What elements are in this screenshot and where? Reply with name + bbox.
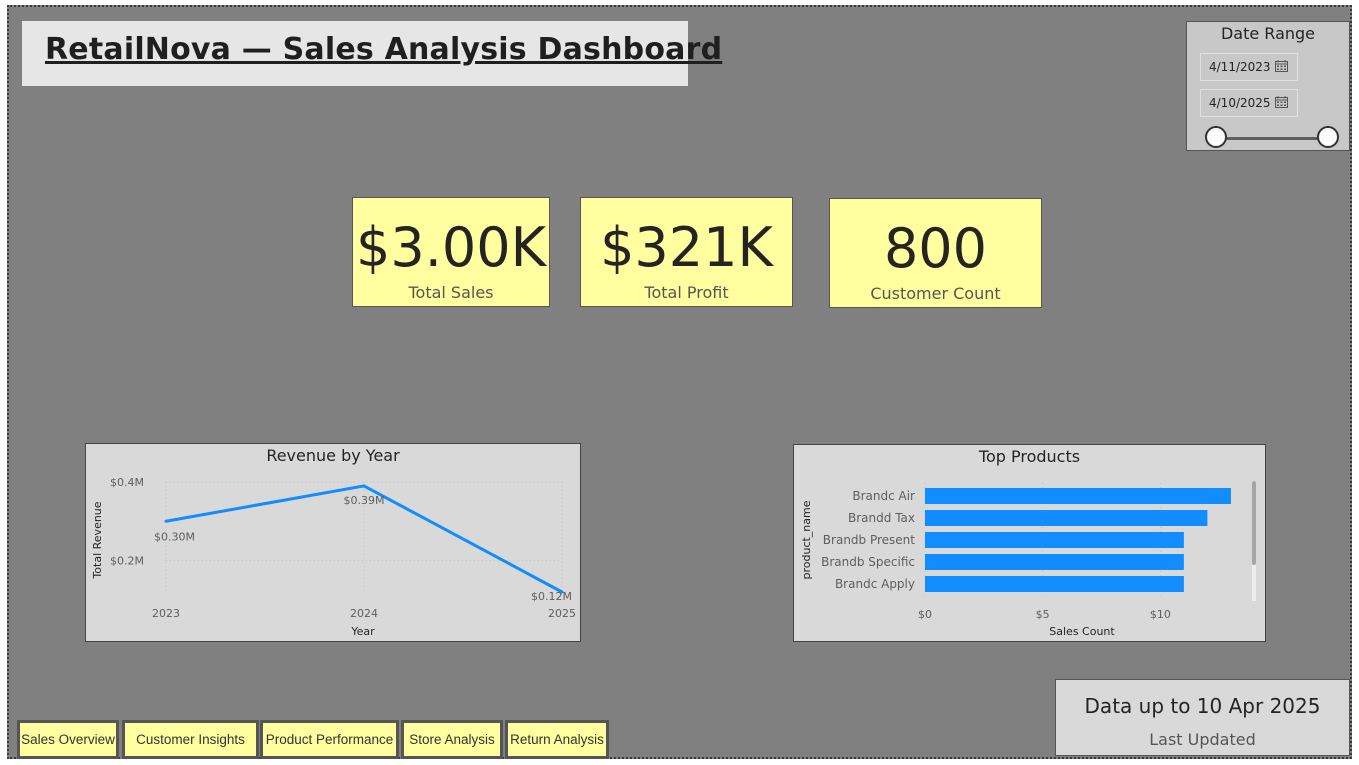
nav-button-sales-overview[interactable]: Sales Overview bbox=[17, 720, 119, 759]
top-products-chart[interactable]: Top Products Brandc Air Brandd Tax Brandb … bbox=[793, 444, 1266, 642]
category-label: Brandd Tax bbox=[848, 511, 915, 525]
date-slider-track[interactable] bbox=[1217, 137, 1329, 140]
date-range-label: Date Range bbox=[1220, 24, 1316, 43]
report-canvas bbox=[7, 5, 1352, 759]
data-point[interactable] bbox=[362, 484, 366, 488]
x-tick-label: 2024 bbox=[350, 607, 378, 620]
data-label: $0.39M bbox=[344, 494, 385, 507]
y-axis-label: product_name bbox=[800, 500, 813, 579]
kpi-value: 800 bbox=[883, 217, 988, 280]
x-tick-label: $0 bbox=[918, 608, 932, 621]
calendar-icon[interactable] bbox=[1275, 96, 1288, 108]
data-up-to-text: Data up to 10 Apr 2025 bbox=[1084, 694, 1321, 718]
y-tick-label: $0.4M bbox=[110, 476, 144, 489]
category-label: Brandb Specific bbox=[821, 555, 915, 569]
kpi-card-total-profit: $321K Total Profit bbox=[580, 197, 793, 307]
x-tick-label: $5 bbox=[1036, 608, 1050, 621]
x-tick-label: 2025 bbox=[548, 607, 576, 620]
category-label: Brandc Apply bbox=[835, 577, 915, 591]
kpi-label: Total Profit bbox=[644, 283, 729, 302]
nav-button-customer-insights[interactable]: Customer Insights bbox=[122, 720, 259, 759]
data-label: $0.30M bbox=[154, 530, 195, 543]
x-axis-label: Sales Count bbox=[1049, 625, 1115, 638]
end-date-input[interactable]: 4/10/2025 bbox=[1200, 89, 1298, 117]
start-date-value: 4/11/2023 bbox=[1209, 60, 1271, 74]
x-tick-label: 2023 bbox=[152, 607, 180, 620]
kpi-value: $3.00K bbox=[355, 216, 546, 279]
nav-button-product-performance[interactable]: Product Performance bbox=[260, 720, 399, 759]
data-label: $0.12M bbox=[531, 590, 572, 603]
page-title: RetailNova — Sales Analysis Dashboard bbox=[45, 32, 723, 67]
calendar-icon[interactable] bbox=[1275, 60, 1288, 72]
nav-button-return-analysis[interactable]: Return Analysis bbox=[505, 720, 609, 759]
x-axis-label: Year bbox=[350, 625, 375, 638]
nav-button-store-analysis[interactable]: Store Analysis bbox=[401, 720, 503, 759]
date-slider-end-handle[interactable] bbox=[1317, 126, 1339, 148]
category-label: Brandc Air bbox=[852, 489, 915, 503]
y-tick-label: $0.2M bbox=[110, 555, 144, 568]
end-date-value: 4/10/2025 bbox=[1209, 96, 1271, 110]
kpi-label: Total Sales bbox=[408, 283, 494, 302]
y-axis-label: Total Revenue bbox=[91, 501, 104, 579]
last-updated-label: Last Updated bbox=[1149, 730, 1256, 749]
bar[interactable] bbox=[925, 510, 1208, 526]
date-slider-start-handle[interactable] bbox=[1205, 126, 1227, 148]
line-chart-plot: $0.2M $0.4M 2023 2024 2025 $0.30M $0.39M $0.12… bbox=[91, 476, 576, 638]
revenue-by-year-chart[interactable]: Revenue by Year $0.2M $0.4M 2023 2024 2025 $… bbox=[85, 443, 581, 642]
bar[interactable] bbox=[925, 532, 1184, 548]
kpi-card-total-sales: $3.00K Total Sales bbox=[352, 197, 550, 307]
bar-chart-plot: Brandc Air Brandd Tax Brandb Present Brandb… bbox=[800, 481, 1256, 638]
x-tick-label: $10 bbox=[1150, 608, 1171, 621]
date-range-slicer: Date Range 4/11/2023 4/10/2025 bbox=[1186, 21, 1350, 151]
bar[interactable] bbox=[925, 576, 1184, 592]
bar[interactable] bbox=[925, 488, 1231, 504]
start-date-input[interactable]: 4/11/2023 bbox=[1200, 53, 1298, 81]
data-point[interactable] bbox=[164, 519, 168, 523]
title-banner: RetailNova — Sales Analysis Dashboard bbox=[22, 21, 722, 86]
kpi-label: Customer Count bbox=[870, 284, 1001, 303]
kpi-card-customer-count: 800 Customer Count bbox=[829, 198, 1042, 308]
kpi-value: $321K bbox=[600, 216, 773, 279]
bar[interactable] bbox=[925, 554, 1184, 570]
scrollbar-thumb[interactable] bbox=[1252, 481, 1256, 565]
category-label: Brandb Present bbox=[823, 533, 915, 547]
last-updated-card: Data up to 10 Apr 2025 Last Updated bbox=[1055, 679, 1350, 756]
